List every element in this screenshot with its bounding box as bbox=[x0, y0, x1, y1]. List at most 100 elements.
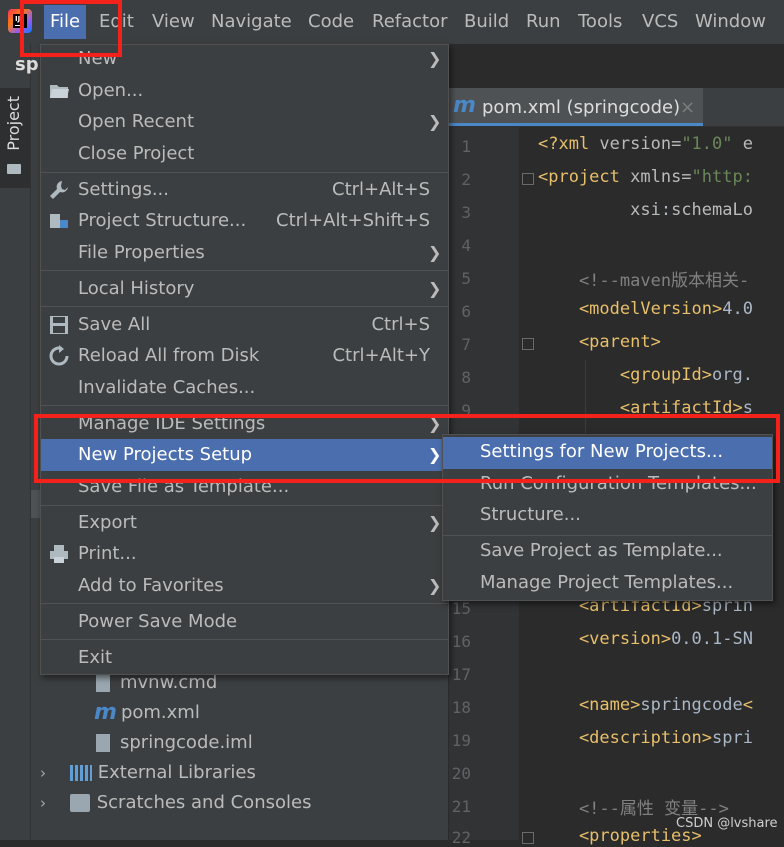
code-token: <groupId> bbox=[538, 365, 712, 385]
menu-separator bbox=[41, 603, 448, 604]
chevron-right-icon: ❯ bbox=[428, 49, 442, 68]
chevron-right-icon: ❯ bbox=[428, 576, 442, 595]
tree-item-label: External Libraries bbox=[97, 762, 256, 783]
menu-separator bbox=[41, 505, 448, 506]
chevron-right-icon[interactable]: › bbox=[40, 788, 56, 818]
code-line[interactable]: <modelVersion>4.0 bbox=[538, 299, 753, 319]
menu-item-shortcut: Ctrl+S bbox=[371, 314, 430, 335]
code-token: spri bbox=[712, 728, 753, 748]
menu-build[interactable]: Build bbox=[464, 11, 509, 33]
tree-item-springcode-iml[interactable]: springcode.iml bbox=[96, 728, 253, 758]
code-token: springcode bbox=[640, 695, 743, 715]
code-line[interactable]: <name>springcode< bbox=[538, 695, 753, 715]
code-line[interactable]: <project xmlns="http: bbox=[538, 167, 753, 187]
line-number: 4 bbox=[461, 236, 471, 255]
save-icon bbox=[50, 316, 68, 334]
editor-tab-label: pom.xml (springcode) bbox=[482, 97, 681, 118]
menu-item-shortcut: Ctrl+Alt+Shift+S bbox=[276, 210, 430, 231]
code-token: version= bbox=[599, 134, 682, 154]
tree-item-scratches[interactable]: › Scratches and Consoles bbox=[40, 788, 311, 818]
line-number: 19 bbox=[451, 731, 471, 750]
tree-item-external-libraries[interactable]: › External Libraries bbox=[40, 758, 256, 788]
line-number: 5 bbox=[461, 269, 471, 288]
code-token: < bbox=[742, 695, 753, 715]
menu-view[interactable]: View bbox=[152, 11, 195, 33]
code-token: : bbox=[660, 200, 672, 220]
project-structure-icon bbox=[50, 214, 68, 228]
code-line[interactable]: <groupId>org. bbox=[538, 365, 753, 385]
fold-marker-icon[interactable] bbox=[522, 338, 534, 350]
watermark: CSDN @lvshare bbox=[676, 816, 778, 831]
code-line[interactable]: <!--maven版本相关- bbox=[538, 266, 749, 291]
submenu-item-label: Save Project as Template... bbox=[480, 540, 723, 561]
line-number: 1 bbox=[461, 137, 471, 156]
fold-marker-icon[interactable] bbox=[522, 832, 534, 844]
menu-refactor[interactable]: Refactor bbox=[372, 11, 448, 33]
code-token: xsi bbox=[538, 200, 661, 220]
chevron-right-icon: ❯ bbox=[428, 279, 442, 298]
file-icon bbox=[96, 674, 110, 692]
line-number: 3 bbox=[461, 203, 471, 222]
menu-item-label: Open... bbox=[78, 80, 144, 101]
menu-item-label: Close Project bbox=[78, 143, 195, 164]
tree-item-pom-xml[interactable]: m pom.xml bbox=[94, 698, 200, 728]
menu-window[interactable]: Window bbox=[695, 11, 766, 33]
reload-icon bbox=[49, 345, 69, 366]
code-token: <modelVersion> bbox=[538, 299, 723, 319]
code-token: <name> bbox=[538, 695, 641, 715]
tree-item-label: springcode.iml bbox=[120, 732, 253, 753]
code-line[interactable]: <description>spri bbox=[538, 728, 753, 748]
menu-tools[interactable]: Tools bbox=[578, 11, 622, 33]
annotation-highlight-new-projects-setup bbox=[34, 414, 780, 483]
line-number: 21 bbox=[451, 797, 471, 816]
line-number: 22 bbox=[451, 828, 471, 847]
line-number: 16 bbox=[451, 632, 471, 651]
menu-vcs[interactable]: VCS bbox=[642, 11, 678, 33]
menu-item-shortcut: Ctrl+Alt+S bbox=[332, 179, 430, 200]
code-line[interactable]: xsi:schemaLo bbox=[538, 200, 753, 220]
close-icon[interactable]: × bbox=[680, 97, 695, 118]
code-line[interactable]: <?xml version="1.0" e bbox=[538, 134, 753, 154]
menu-code[interactable]: Code bbox=[308, 11, 354, 33]
code-token: <project bbox=[538, 167, 631, 187]
project-tool-tab-label: Project bbox=[4, 96, 23, 151]
chevron-right-icon: ❯ bbox=[428, 243, 442, 262]
code-token: 0.0.1-SN bbox=[671, 629, 753, 649]
menu-run[interactable]: Run bbox=[526, 11, 561, 33]
menu-item-label: Exit bbox=[78, 647, 113, 668]
chevron-right-icon[interactable]: › bbox=[40, 758, 56, 788]
folder-open-icon bbox=[50, 85, 69, 98]
line-number: 6 bbox=[461, 302, 471, 321]
annotation-highlight-file bbox=[20, 0, 122, 57]
code-token: 4.0 bbox=[722, 299, 753, 319]
menu-item-label: File Properties bbox=[78, 242, 205, 263]
maven-icon: m bbox=[94, 700, 117, 725]
menu-navigate[interactable]: Navigate bbox=[211, 11, 292, 33]
code-line[interactable]: <version>0.0.1-SN bbox=[538, 629, 753, 649]
menu-item-label: Add to Favorites bbox=[78, 575, 224, 596]
line-number: 20 bbox=[451, 764, 471, 783]
wrench-icon bbox=[50, 181, 68, 199]
line-number: 17 bbox=[451, 665, 471, 684]
fold-marker-icon[interactable] bbox=[522, 173, 534, 185]
menu-separator bbox=[443, 535, 772, 536]
folder-icon bbox=[7, 164, 21, 174]
line-number: 2 bbox=[461, 170, 471, 189]
submenu-item-label: Manage Project Templates... bbox=[480, 572, 734, 593]
code-token: <!--maven版本相关- bbox=[538, 271, 750, 291]
code-token: <description> bbox=[538, 728, 712, 748]
menu-separator bbox=[41, 405, 448, 406]
code-line[interactable]: <parent> bbox=[538, 332, 661, 352]
code-token: org. bbox=[712, 365, 753, 385]
code-token: "1.0" bbox=[681, 134, 733, 154]
libraries-icon bbox=[69, 765, 92, 781]
line-number: 7 bbox=[461, 335, 471, 354]
code-token: e bbox=[732, 134, 753, 154]
tree-item-label: mvnw.cmd bbox=[120, 672, 218, 693]
chevron-right-icon: ❯ bbox=[428, 112, 442, 131]
menu-separator bbox=[41, 172, 448, 173]
menu-item-shortcut: Ctrl+Alt+Y bbox=[332, 345, 430, 366]
line-number: 18 bbox=[451, 698, 471, 717]
maven-icon: m bbox=[453, 93, 476, 118]
code-token: <version> bbox=[538, 629, 672, 649]
